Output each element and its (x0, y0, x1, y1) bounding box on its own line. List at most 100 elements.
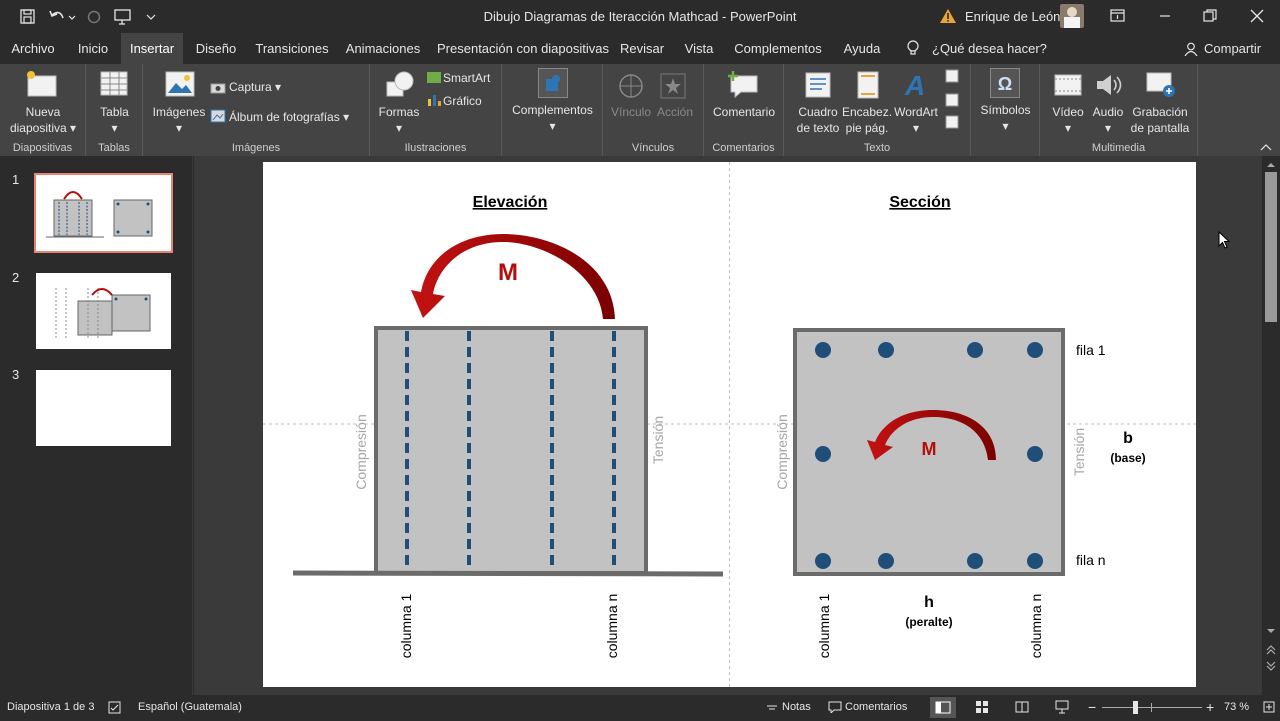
scroll-thumb[interactable] (1265, 172, 1277, 322)
scroll-down-icon[interactable] (1265, 626, 1277, 636)
base-caption: (base) (1110, 451, 1145, 465)
restore-icon[interactable] (1203, 9, 1217, 23)
tab-insertar[interactable]: Insertar (121, 33, 183, 64)
link-icon (619, 74, 643, 98)
section-moment-label: M (922, 439, 937, 459)
zoom-in-button[interactable]: + (1206, 699, 1214, 715)
smartart-icon (427, 72, 441, 83)
tab-inicio[interactable]: Inicio (72, 33, 114, 64)
save-icon[interactable] (20, 9, 36, 25)
screen-recording-button[interactable]: Grabación de pantalla (1128, 104, 1192, 136)
addins-button[interactable]: Complementos ▾ (502, 102, 603, 134)
tab-ayuda[interactable]: Ayuda (839, 33, 885, 64)
thumbnail-slide-3[interactable] (36, 370, 171, 446)
comment-button[interactable]: Comentario (704, 104, 784, 120)
thumbnail-slide-2[interactable] (36, 273, 171, 349)
zoom-slider-track[interactable] (1102, 707, 1202, 708)
text-small-icons[interactable] (944, 68, 960, 130)
pictures-button[interactable]: Imágenes ▾ (149, 104, 209, 136)
slide-sorter-icon[interactable] (975, 700, 989, 714)
comments-button[interactable]: Comentarios (845, 701, 907, 713)
user-name[interactable]: Enrique de León (965, 9, 1060, 24)
tab-complementos[interactable]: Complementos (732, 33, 824, 64)
addins-icon (546, 75, 560, 91)
rebar-dot (815, 446, 831, 462)
tab-archivo[interactable]: Archivo (6, 33, 60, 64)
tab-vista[interactable]: Vista (680, 33, 718, 64)
notes-button[interactable]: Notas (782, 701, 811, 713)
present-from-start-icon[interactable] (114, 8, 132, 26)
section-column-n-label: columna n (1028, 594, 1044, 659)
normal-view-button[interactable] (930, 697, 956, 718)
tab-diseno[interactable]: Diseño (192, 33, 240, 64)
screenshot-button[interactable]: Captura ▾ (229, 79, 281, 95)
collapse-ribbon-icon[interactable] (1259, 142, 1273, 152)
thumbnail-2-preview (55, 288, 151, 338)
header-footer-button[interactable]: Encabez. pie pág. (842, 104, 892, 136)
slide-thumbnails-pane: 1 2 3 (0, 156, 193, 695)
action-button[interactable]: Acción (657, 104, 693, 120)
prev-next-slide-icon[interactable] (1265, 643, 1277, 673)
textbox-icon (805, 72, 831, 98)
zoom-level[interactable]: 73 % (1224, 701, 1249, 713)
close-icon[interactable] (1250, 9, 1264, 23)
group-complementos: Complementos ▾ (502, 64, 603, 156)
reading-view-icon[interactable] (1015, 700, 1029, 714)
tab-presentacion[interactable]: Presentación con diapositivas (437, 33, 609, 64)
symbols-button[interactable]: Símbolos ▾ (971, 102, 1040, 134)
fit-slide-icon[interactable] (1262, 700, 1276, 714)
language-indicator[interactable]: Español (Guatemala) (138, 701, 242, 713)
avatar[interactable] (1060, 4, 1084, 28)
comment-icon (728, 71, 758, 98)
audio-button[interactable]: Audio ▾ (1088, 104, 1128, 136)
zoom-out-button[interactable]: − (1088, 699, 1096, 715)
height-caption: (peralte) (905, 615, 952, 629)
new-slide-button[interactable]: Nueva diapositiva ▾ (0, 104, 86, 136)
elevation-column (374, 326, 648, 575)
tell-me-search[interactable]: ¿Qué desea hacer? (932, 33, 1047, 64)
chart-button[interactable]: Gráfico (443, 93, 482, 109)
zoom-slider-thumb[interactable] (1133, 701, 1138, 714)
screen-recording-icon (1146, 72, 1175, 97)
slide-canvas[interactable]: Elevación M Compresión Tensión columna 1… (263, 162, 1196, 687)
scroll-up-icon[interactable] (1265, 160, 1277, 170)
video-button[interactable]: Vídeo ▾ (1048, 104, 1088, 136)
tab-revisar[interactable]: Revisar (618, 33, 666, 64)
slideshow-icon[interactable] (1055, 700, 1069, 714)
warning-icon[interactable] (939, 8, 957, 24)
group-label-texto: Texto (863, 142, 891, 154)
table-button[interactable]: Tabla ▾ (86, 104, 143, 136)
link-button[interactable]: Vínculo (611, 104, 651, 120)
header-footer-icon (857, 71, 879, 99)
undo-icon[interactable] (48, 9, 76, 25)
rebar-dot (1027, 553, 1043, 569)
shapes-button[interactable]: Formas ▾ (372, 104, 426, 136)
person-icon (1184, 42, 1198, 56)
group-texto: Cuadro de texto Encabez. pie pág. A Word… (784, 64, 971, 156)
video-icon (1054, 74, 1082, 96)
textbox-button[interactable]: Cuadro de texto (792, 104, 844, 136)
rebar-dot (815, 342, 831, 358)
shapes-icon (386, 71, 414, 97)
ribbon-display-options-icon[interactable] (1110, 9, 1126, 23)
spelling-icon[interactable] (108, 701, 122, 714)
thumbnail-slide-1[interactable] (34, 173, 173, 253)
tab-transiciones[interactable]: Transiciones (254, 33, 330, 64)
group-label-ilustraciones: Ilustraciones (404, 142, 467, 154)
new-slide-icon (27, 71, 57, 97)
screen-recording-label-2: de pantalla (1130, 121, 1190, 135)
picture-icon (165, 71, 195, 97)
photo-album-button[interactable]: Álbum de fotografías ▾ (229, 109, 349, 125)
screen-recording-label-1: Grabación (1132, 105, 1188, 119)
status-bar: Diapositiva 1 de 3 Español (Guatemala) N… (0, 695, 1280, 720)
group-imagenes: Imágenes ▾ Captura ▾ Álbum de fotografía… (143, 64, 370, 156)
minimize-icon[interactable] (1158, 10, 1172, 22)
customize-toolbar-icon[interactable] (146, 12, 156, 22)
wordart-button[interactable]: WordArt ▾ (892, 104, 940, 136)
new-slide-label-1: Nueva (25, 105, 61, 119)
share-button[interactable]: Compartir (1204, 33, 1262, 64)
smartart-button[interactable]: SmartArt (443, 70, 490, 86)
redo-icon[interactable] (86, 9, 102, 25)
vertical-scrollbar[interactable] (1262, 156, 1280, 695)
tab-animaciones[interactable]: Animaciones (343, 33, 423, 64)
